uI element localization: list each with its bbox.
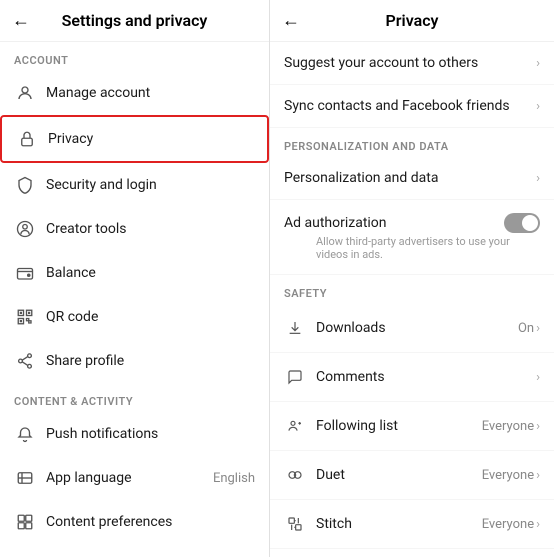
section-label-content-activity: CONTENT & ACTIVITY xyxy=(0,383,269,412)
menu-item-security-login[interactable]: Security and login xyxy=(0,163,269,207)
section-label-personalization: PERSONALIZATION AND DATA xyxy=(270,128,554,157)
right-item-sync-contacts[interactable]: Sync contacts and Facebook friends › xyxy=(270,85,554,128)
sync-contacts-label: Sync contacts and Facebook friends xyxy=(284,98,536,114)
right-item-comments[interactable]: Comments › xyxy=(270,353,554,402)
security-login-label: Security and login xyxy=(46,177,157,193)
section-label-account: ACCOUNT xyxy=(0,42,269,71)
menu-item-privacy[interactable]: Privacy xyxy=(0,115,269,163)
right-item-downloads[interactable]: Downloads On › xyxy=(270,304,554,353)
following-list-chevron: › xyxy=(536,419,540,434)
right-back-button[interactable]: ← xyxy=(282,10,300,31)
lock-icon xyxy=(16,128,38,150)
following-icon xyxy=(284,415,306,437)
menu-item-push-notifications[interactable]: Push notifications xyxy=(0,412,269,456)
suggest-account-chevron: › xyxy=(536,56,540,71)
right-item-following-list[interactable]: Following list Everyone › xyxy=(270,402,554,451)
duet-value: Everyone xyxy=(482,468,534,483)
following-list-label: Following list xyxy=(316,418,482,434)
shield-icon xyxy=(14,174,36,196)
comments-label: Comments xyxy=(316,369,536,385)
app-language-label: App language xyxy=(46,470,132,486)
person-icon xyxy=(14,82,36,104)
right-header: ← Privacy xyxy=(270,0,554,42)
share-icon xyxy=(14,350,36,372)
downloads-value: On xyxy=(518,321,534,336)
content-preferences-label: Content preferences xyxy=(46,514,172,530)
personalization-data-label: Personalization and data xyxy=(284,170,536,186)
creator-tools-label: Creator tools xyxy=(46,221,126,237)
download-icon xyxy=(284,317,306,339)
menu-item-ads[interactable]: Ads xyxy=(0,544,269,557)
app-language-value: English xyxy=(213,471,255,486)
right-item-ad-authorization[interactable]: Ad authorization Allow third-party adver… xyxy=(270,200,554,275)
menu-item-manage-account[interactable]: Manage account xyxy=(0,71,269,115)
right-panel: ← Privacy Suggest your account to others… xyxy=(270,0,554,557)
language-icon xyxy=(14,467,36,489)
downloads-chevron: › xyxy=(536,321,540,336)
following-list-value: Everyone xyxy=(482,419,534,434)
bell-icon xyxy=(14,423,36,445)
menu-item-balance[interactable]: Balance xyxy=(0,251,269,295)
duet-label: Duet xyxy=(316,467,482,483)
right-item-liked-videos[interactable]: Liked videos Only me › xyxy=(270,549,554,557)
ad-authorization-toggle[interactable] xyxy=(504,213,540,233)
privacy-label: Privacy xyxy=(48,131,93,147)
right-item-stitch[interactable]: Stitch Everyone › xyxy=(270,500,554,549)
menu-item-share-profile[interactable]: Share profile xyxy=(0,339,269,383)
menu-item-qr-code[interactable]: QR code xyxy=(0,295,269,339)
share-profile-label: Share profile xyxy=(46,353,124,369)
menu-item-creator-tools[interactable]: Creator tools xyxy=(0,207,269,251)
comments-chevron: › xyxy=(536,370,540,385)
right-item-suggest-account[interactable]: Suggest your account to others › xyxy=(270,42,554,85)
left-back-button[interactable]: ← xyxy=(12,10,30,31)
menu-item-content-preferences[interactable]: Content preferences xyxy=(0,500,269,544)
section-label-safety: SAFETY xyxy=(270,275,554,304)
left-panel-title: Settings and privacy xyxy=(38,11,231,30)
right-item-personalization-data[interactable]: Personalization and data › xyxy=(270,157,554,200)
left-header: ← Settings and privacy xyxy=(0,0,269,42)
sync-contacts-chevron: › xyxy=(536,99,540,114)
manage-account-label: Manage account xyxy=(46,85,150,101)
wallet-icon xyxy=(14,262,36,284)
qr-code-label: QR code xyxy=(46,309,98,325)
ad-authorization-desc: Allow third-party advertisers to use you… xyxy=(284,235,540,261)
content-icon xyxy=(14,511,36,533)
ad-authorization-label: Ad authorization xyxy=(284,215,504,231)
right-panel-title: Privacy xyxy=(308,11,516,30)
personalization-data-chevron: › xyxy=(536,171,540,186)
stitch-label: Stitch xyxy=(316,516,482,532)
push-notifications-label: Push notifications xyxy=(46,426,158,442)
balance-label: Balance xyxy=(46,265,96,281)
person-circle-icon xyxy=(14,218,36,240)
duet-chevron: › xyxy=(536,468,540,483)
stitch-icon xyxy=(284,513,306,535)
left-panel: ← Settings and privacy ACCOUNT Manage ac… xyxy=(0,0,270,557)
menu-item-app-language[interactable]: App language English xyxy=(0,456,269,500)
downloads-label: Downloads xyxy=(316,320,518,336)
qr-icon xyxy=(14,306,36,328)
right-item-duet[interactable]: Duet Everyone › xyxy=(270,451,554,500)
duet-icon xyxy=(284,464,306,486)
stitch-value: Everyone xyxy=(482,517,534,532)
stitch-chevron: › xyxy=(536,517,540,532)
suggest-account-label: Suggest your account to others xyxy=(284,55,536,71)
comment-icon xyxy=(284,366,306,388)
